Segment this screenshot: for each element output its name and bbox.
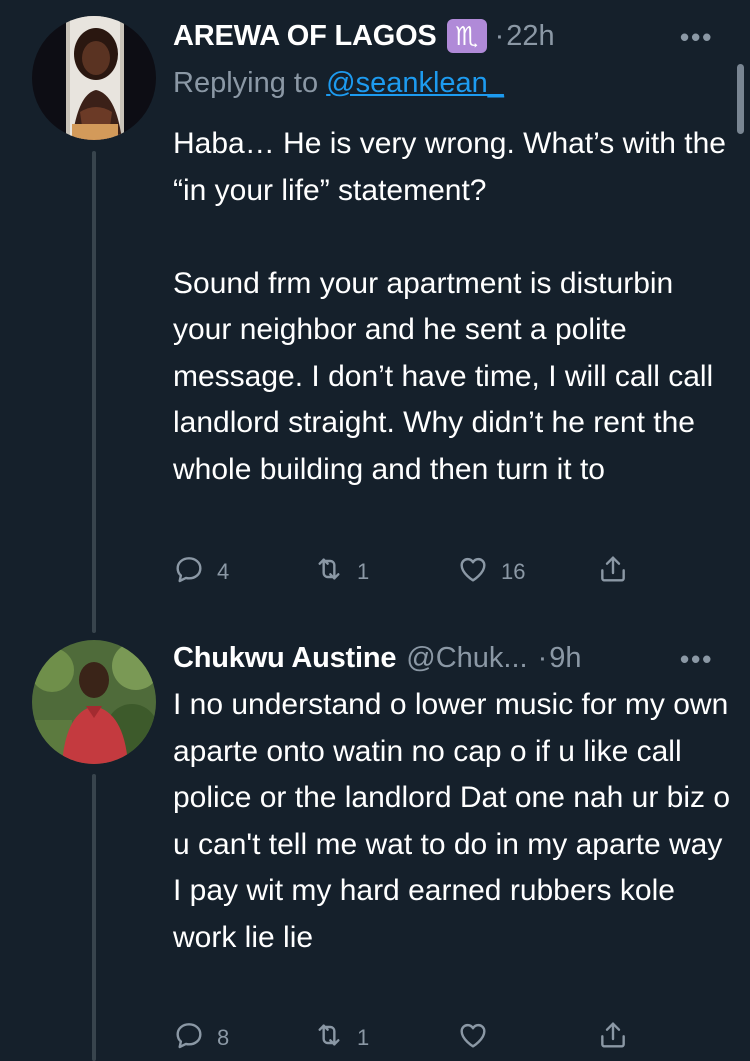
like-count: 16	[501, 559, 526, 584]
share-icon	[597, 1019, 629, 1057]
scrollbar[interactable]	[737, 64, 744, 134]
thread-line	[92, 774, 96, 1061]
virgo-badge: ♏	[446, 19, 487, 53]
share-icon	[597, 553, 629, 591]
reply-count: 8	[217, 1025, 230, 1050]
avatar[interactable]	[32, 16, 156, 140]
reply-button[interactable]: 4	[173, 553, 229, 591]
reply-count: 4	[217, 559, 230, 584]
tweet-1[interactable]: AREWA OF LAGOS ♏ · 22h ••• Replying to @…	[0, 0, 750, 633]
tweet-2[interactable]: Chukwu Austine @Chuk... · 9h ••• I no un…	[0, 630, 750, 1061]
replying-prefix: Replying to	[173, 67, 327, 99]
more-icon[interactable]: •••	[680, 22, 713, 53]
share-button[interactable]	[597, 1019, 629, 1057]
mention-link[interactable]: @seanklean_	[326, 67, 504, 99]
tweet-header: AREWA OF LAGOS ♏ · 22h	[173, 16, 555, 56]
heart-icon	[457, 553, 489, 591]
timestamp[interactable]: 22h	[506, 20, 554, 53]
share-button[interactable]	[597, 553, 629, 591]
reply-icon	[173, 553, 205, 591]
like-button[interactable]: 16	[457, 553, 525, 591]
timestamp[interactable]: 9h	[549, 642, 581, 675]
retweet-button[interactable]: 1	[313, 553, 369, 591]
display-name[interactable]: Chukwu Austine	[173, 642, 396, 675]
retweet-count: 1	[357, 1025, 370, 1050]
heart-icon	[457, 1019, 489, 1057]
retweet-icon	[313, 1019, 345, 1057]
retweet-count: 1	[357, 559, 370, 584]
reply-button[interactable]: 8	[173, 1019, 229, 1057]
display-name[interactable]: AREWA OF LAGOS	[173, 20, 437, 53]
thread-line	[92, 151, 96, 633]
like-button[interactable]	[457, 1019, 501, 1057]
tweet-actions: 8 1	[173, 1019, 643, 1059]
separator-dot: ·	[494, 19, 505, 52]
tweet-text: Haba… He is very wrong. What’s with the …	[173, 127, 726, 486]
separator-dot: ·	[537, 641, 548, 674]
avatar[interactable]	[32, 640, 156, 764]
retweet-button[interactable]: 1	[313, 1019, 369, 1057]
tweet-actions: 4 1 16	[173, 553, 643, 593]
tweet-header: Chukwu Austine @Chuk... · 9h	[173, 638, 582, 678]
replying-to: Replying to @seanklean_	[173, 67, 504, 100]
reply-icon	[173, 1019, 205, 1057]
retweet-icon	[313, 553, 345, 591]
tweet-text: I no understand o lower music for my own…	[173, 688, 739, 954]
user-handle[interactable]: @Chuk...	[406, 642, 527, 675]
more-icon[interactable]: •••	[680, 644, 713, 675]
